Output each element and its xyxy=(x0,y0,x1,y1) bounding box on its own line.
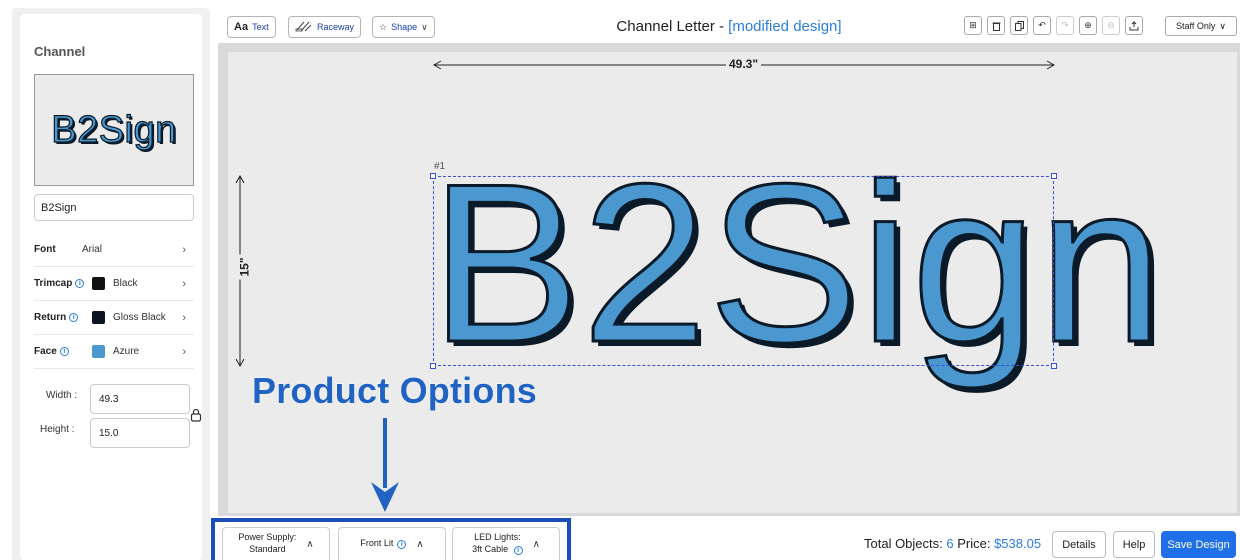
resize-handle[interactable] xyxy=(430,173,436,179)
power-supply-label: Power Supply: xyxy=(238,532,297,543)
price-label: Price: xyxy=(953,536,995,551)
height-dimension: 15" xyxy=(237,254,252,280)
product-options-annotation: Product Options xyxy=(252,370,538,412)
power-supply-option[interactable]: Power Supply: Standard ∧ xyxy=(222,527,330,560)
total-objects-label: Total Objects: xyxy=(864,536,947,551)
details-label: Details xyxy=(1062,538,1096,551)
power-supply-text: Power Supply: Standard xyxy=(238,532,296,555)
save-design-button[interactable]: Save Design xyxy=(1161,531,1236,558)
details-button[interactable]: Details xyxy=(1052,531,1106,558)
led-lights-value: 3ft Cable xyxy=(472,544,509,554)
front-lit-option[interactable]: Front Lit i ∧ xyxy=(338,527,446,560)
chevron-up-icon: ∧ xyxy=(306,538,314,550)
info-icon[interactable]: i xyxy=(397,539,407,549)
info-icon[interactable]: i xyxy=(513,546,523,555)
resize-handle[interactable] xyxy=(1051,173,1057,179)
width-dimension: 49.3" xyxy=(726,57,762,71)
power-supply-value: Standard xyxy=(249,544,286,554)
save-design-label: Save Design xyxy=(1167,538,1230,551)
help-label: Help xyxy=(1122,538,1146,551)
total-objects-value: 6 xyxy=(946,536,954,551)
selection-box[interactable] xyxy=(433,176,1054,366)
chevron-up-icon: ∧ xyxy=(416,538,424,550)
front-lit-label: Front Lit xyxy=(360,538,394,549)
resize-handle[interactable] xyxy=(1051,363,1057,369)
app: Channel B2Sign Font Arial › Trimcapi Bla… xyxy=(0,0,1240,560)
led-lights-text: LED Lights: 3ft Cable i xyxy=(472,532,523,555)
led-lights-option[interactable]: LED Lights: 3ft Cable i ∧ xyxy=(452,527,560,560)
help-button[interactable]: Help xyxy=(1113,531,1155,558)
price-value: $538.05 xyxy=(994,536,1042,551)
resize-handle[interactable] xyxy=(430,363,436,369)
chevron-up-icon: ∧ xyxy=(532,538,540,550)
totals-summary: Total Objects: 6 Price: $538.05 xyxy=(864,536,1041,551)
arrow-down-icon xyxy=(371,418,399,512)
led-lights-label: LED Lights: xyxy=(474,532,521,543)
